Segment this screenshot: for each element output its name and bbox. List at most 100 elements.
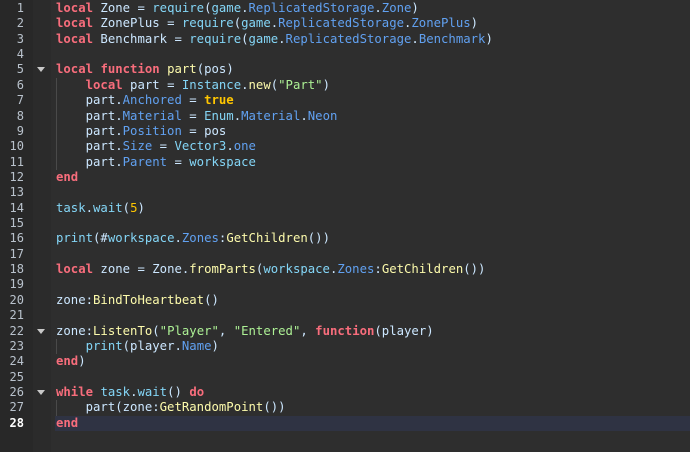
code-token: workspace	[107, 231, 175, 246]
code-token: (player)	[374, 323, 434, 338]
code-token: part.	[56, 123, 123, 138]
code-token: (#	[93, 231, 108, 246]
code-text: while task.wait() do	[56, 385, 204, 400]
code-token: ListenTo	[93, 323, 153, 338]
line-number: 9	[16, 123, 24, 138]
code-line[interactable]: 27 part(zone:GetRandomPoint())	[0, 400, 690, 416]
code-token: ZonePlus =	[93, 16, 182, 31]
code-line[interactable]: 24 end)	[0, 354, 690, 369]
code-token: .	[411, 31, 419, 46]
code-token: Neon	[307, 108, 338, 123]
code-token: new	[248, 77, 271, 92]
code-token: )	[211, 338, 219, 353]
code-line[interactable]: 9 part.Position = pos	[0, 123, 690, 140]
code-line[interactable]: 15	[0, 216, 690, 231]
code-line[interactable]: 17	[0, 247, 690, 262]
code-line[interactable]: 16 print(#workspace.Zones:GetChildren())	[0, 231, 690, 246]
code-line[interactable]: 2 local ZonePlus = require(game.Replicate…	[0, 16, 690, 31]
code-token: ReplicatedStorage	[248, 1, 375, 15]
code-token: )	[411, 1, 419, 15]
code-token: ,	[300, 323, 316, 338]
code-line[interactable]: 6 local part = Instance.new("Part")	[0, 77, 690, 94]
code-token: ())	[307, 231, 330, 246]
code-line[interactable]: 10 part.Size = Vector3.one	[0, 139, 690, 155]
code-token: function	[100, 62, 160, 77]
code-token: "Entered"	[233, 323, 301, 338]
code-token: while	[56, 384, 94, 399]
code-token: )	[137, 200, 145, 215]
code-line[interactable]: 8 part.Material = Enum.Material.Neon	[0, 108, 690, 124]
code-line[interactable]: 20 zone:BindToHeartbeat()	[0, 293, 690, 308]
code-line[interactable]: 12 end	[0, 170, 690, 185]
code-text: zone:BindToHeartbeat()	[56, 293, 219, 308]
code-line[interactable]: 25	[0, 370, 690, 385]
code-token: )	[470, 16, 479, 31]
fold-arrow-icon[interactable]	[37, 328, 45, 334]
code-token: ())	[463, 262, 486, 277]
line-number: 3	[16, 31, 24, 46]
code-token: part.	[56, 154, 123, 169]
code-line[interactable]: 7 part.Anchored = true	[0, 93, 690, 109]
code-token: part(zone:	[56, 400, 160, 415]
line-number: 20	[9, 292, 24, 307]
code-token: part	[167, 62, 197, 77]
line-number: 1	[16, 1, 24, 15]
code-token: Position	[122, 123, 182, 138]
code-line[interactable]: 21	[0, 308, 690, 323]
code-token: fromParts	[189, 262, 256, 277]
code-text: end	[56, 416, 78, 431]
current-line-highlight	[55, 415, 690, 432]
code-token: .	[300, 108, 308, 123]
code-token: end	[56, 169, 79, 184]
line-number: 26	[9, 384, 24, 399]
line-number: 4	[16, 47, 24, 62]
line-number: 13	[9, 185, 24, 200]
code-token: local	[56, 1, 94, 15]
code-token: game	[248, 31, 279, 46]
code-token: .	[233, 108, 242, 123]
code-token: ReplicatedStorage	[285, 31, 412, 46]
code-line[interactable]: 13	[0, 185, 690, 200]
code-token: Benchmark =	[93, 31, 190, 46]
code-line[interactable]: 4	[0, 47, 690, 62]
code-text: local Zone = require(game.ReplicatedStor…	[56, 1, 419, 16]
fold-arrow-icon[interactable]	[37, 389, 45, 395]
code-line[interactable]: 5 local function part(pos)	[0, 62, 690, 77]
code-line[interactable]: 1 local Zone = require(game.ReplicatedSto…	[0, 1, 690, 16]
code-token: local	[56, 262, 94, 277]
code-line[interactable]: 26 while task.wait() do	[0, 385, 690, 400]
code-text: local Benchmark = require(game.Replicate…	[56, 32, 493, 47]
code-token: "Part"	[278, 77, 323, 92]
code-token: game	[211, 1, 242, 15]
code-line[interactable]: 19	[0, 277, 690, 292]
line-number: 17	[9, 246, 24, 261]
code-text: end	[56, 170, 78, 185]
code-token: ReplicatedStorage	[278, 16, 404, 31]
code-line[interactable]: 18 local zone = Zone.fromParts(workspace.…	[0, 262, 690, 277]
code-text: part(zone:GetRandomPoint())	[56, 400, 286, 415]
code-token: (player.	[122, 338, 182, 353]
code-line[interactable]: 28 end	[0, 415, 690, 432]
code-token: function	[315, 323, 375, 338]
code-token: (	[233, 16, 242, 31]
code-line[interactable]: 3 local Benchmark = require(game.Replicat…	[0, 32, 690, 47]
code-text: print(player.Name)	[56, 339, 219, 354]
line-number: 21	[9, 308, 24, 323]
code-line[interactable]: 22 zone:ListenTo("Player", "Entered", fun…	[0, 324, 690, 339]
fold-arrow-icon[interactable]	[37, 67, 45, 73]
code-token: GetChildren	[226, 231, 308, 246]
code-token: = pos	[181, 123, 227, 138]
line-number: 2	[16, 16, 24, 31]
code-token: Enum	[204, 108, 234, 123]
code-line[interactable]: 23 print(player.Name)	[0, 338, 690, 355]
code-token: Zones	[181, 231, 219, 246]
code-token: Name	[181, 338, 212, 353]
code-editor[interactable]: 1 local Zone = require(game.ReplicatedSto…	[0, 1, 690, 432]
code-line[interactable]: 11 part.Parent = workspace	[0, 154, 690, 170]
code-line[interactable]: 14 task.wait(5)	[0, 201, 690, 216]
line-number: 18	[9, 262, 24, 277]
code-token: ,	[218, 323, 234, 338]
code-token: ()	[167, 384, 190, 399]
line-number: 22	[9, 323, 24, 338]
code-token: (	[152, 323, 160, 338]
